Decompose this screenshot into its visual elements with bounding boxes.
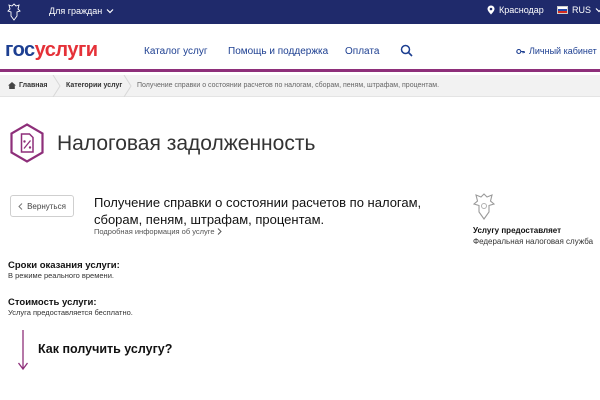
breadcrumb-separator — [52, 75, 61, 97]
nav-help[interactable]: Помощь и поддержка — [228, 46, 328, 57]
personal-account-link[interactable]: Личный кабинет — [516, 46, 597, 56]
chevron-down-icon — [106, 9, 114, 14]
breadcrumb-current-label: Получение справки о состоянии расчетов п… — [137, 82, 440, 89]
service-title: Получение справки о состоянии расчетов п… — [94, 195, 422, 227]
chevron-right-icon — [217, 228, 222, 235]
coat-of-arms-icon — [472, 193, 496, 220]
russian-flag-icon — [557, 6, 568, 14]
back-button[interactable]: Вернуться — [10, 195, 74, 217]
top-bar: Для граждан Краснодар RUS — [0, 0, 600, 24]
chevron-down-icon — [595, 8, 600, 13]
terms-title: Сроки оказания услуги: — [8, 260, 120, 271]
home-icon — [8, 82, 16, 89]
breadcrumb-separator — [123, 75, 132, 97]
terms-text: В режиме реального времени. — [8, 271, 114, 280]
nav-catalog[interactable]: Каталог услуг — [144, 46, 208, 57]
logo-part-uslugi: услуги — [34, 39, 98, 61]
location-pin-icon — [487, 5, 495, 15]
breadcrumb-home[interactable]: Главная — [8, 82, 47, 89]
search-icon[interactable] — [400, 44, 413, 57]
coat-of-arms-icon[interactable] — [6, 3, 22, 21]
language-selector[interactable]: RUS — [557, 5, 600, 15]
tax-document-icon — [10, 123, 44, 163]
chevron-left-icon — [18, 202, 23, 210]
breadcrumb-home-label: Главная — [19, 82, 48, 89]
nav-payment[interactable]: Оплата — [345, 46, 379, 57]
provider-name: Федеральная налоговая служба — [473, 237, 594, 246]
page-title: Налоговая задолженность — [57, 132, 316, 155]
key-icon — [516, 48, 525, 54]
region-label: Краснодар — [499, 5, 544, 15]
region-selector[interactable]: Краснодар — [487, 5, 544, 15]
breadcrumb-categories[interactable]: Категории услуг — [66, 82, 122, 89]
audience-label: Для граждан — [49, 6, 103, 16]
breadcrumb-categories-label: Категории услуг — [66, 82, 123, 89]
breadcrumb: Главная Категории услуг Получение справк… — [0, 75, 600, 97]
provider-label: Услугу предоставляет — [473, 226, 562, 235]
more-info-link[interactable]: Подробная информация об услуге — [94, 227, 222, 236]
breadcrumb-current: Получение справки о состоянии расчетов п… — [137, 82, 439, 89]
arrow-down-icon — [17, 330, 29, 371]
back-button-label: Вернуться — [27, 201, 66, 211]
gosuslugi-logo[interactable]: госуслуги — [5, 40, 98, 60]
how-to-get-title: Как получить услугу? — [38, 342, 173, 356]
language-label: RUS — [572, 5, 592, 15]
cost-title: Стоимость услуги: — [8, 297, 97, 308]
personal-account-label: Личный кабинет — [529, 46, 597, 56]
logo-part-gos: гос — [5, 39, 35, 61]
cost-text: Услуга предоставляется бесплатно. — [8, 308, 133, 317]
more-info-label: Подробная информация об услуге — [94, 227, 215, 236]
audience-selector[interactable]: Для граждан — [49, 6, 114, 16]
